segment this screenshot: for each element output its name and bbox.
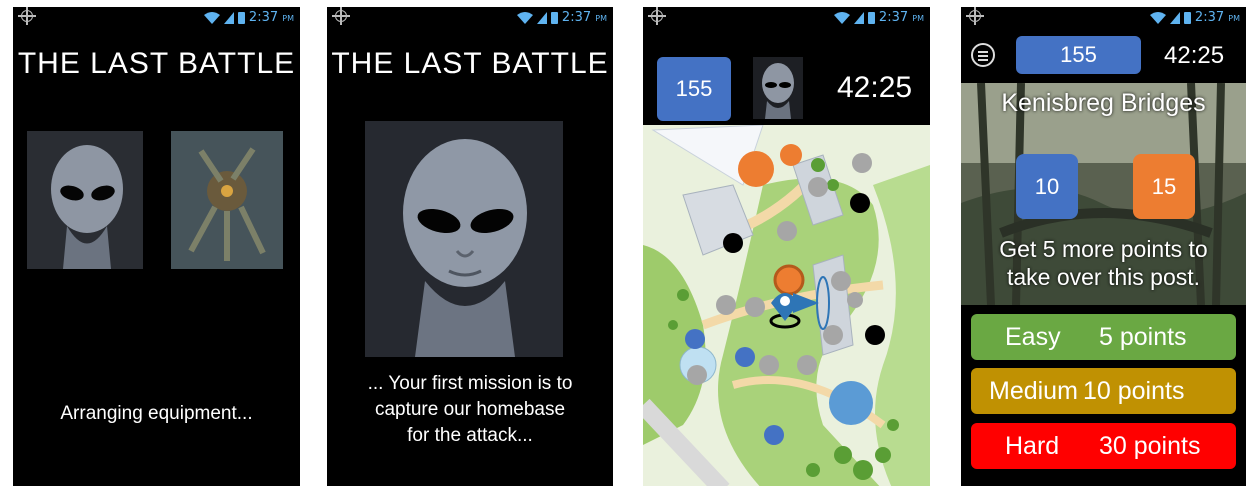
status-bar: 2:37 PM xyxy=(327,7,613,29)
screen-map: 2:37 PM 155 42:25 xyxy=(643,7,930,486)
game-title: THE LAST BATTLE xyxy=(17,47,296,80)
signal-icon xyxy=(853,11,864,24)
status-bar: 2:37 PM xyxy=(643,7,930,29)
post-title: Kenisbreg Bridges xyxy=(1001,89,1206,117)
alien-portrait-image xyxy=(27,131,143,269)
signal-icon xyxy=(1169,11,1180,24)
status-time: 2:37 PM xyxy=(561,10,607,25)
battery-icon xyxy=(550,11,558,24)
wifi-icon xyxy=(1149,11,1166,24)
wifi-icon xyxy=(516,11,533,24)
difficulty-points: 30 points xyxy=(1099,431,1201,460)
gps-icon xyxy=(18,7,36,25)
difficulty-hard-button[interactable]: Hard 30 points xyxy=(971,423,1236,469)
orange-team-points: 15 xyxy=(1133,154,1195,219)
alien-commander-image xyxy=(365,121,563,357)
battery-icon xyxy=(1183,11,1191,24)
status-bar: 2:37 PM xyxy=(13,7,300,29)
countdown-timer: 42:25 xyxy=(1164,42,1225,69)
status-time: 2:37 PM xyxy=(878,10,924,25)
gps-icon xyxy=(332,7,350,25)
difficulty-medium-button[interactable]: Medium 10 points xyxy=(971,368,1236,414)
difficulty-label: Medium xyxy=(989,376,1078,405)
wifi-icon xyxy=(833,11,850,24)
menu-icon[interactable] xyxy=(971,43,995,67)
status-bar: 2:37 PM xyxy=(961,7,1246,29)
wifi-icon xyxy=(203,11,220,24)
creature-image xyxy=(171,131,283,269)
difficulty-label: Easy xyxy=(1005,322,1061,351)
screen-loading: 2:37 PM THE LAST BATTLE Arranging equipm… xyxy=(13,7,300,486)
player-avatar[interactable] xyxy=(753,57,803,119)
game-title: THE LAST BATTLE xyxy=(331,47,609,80)
difficulty-easy-button[interactable]: Easy 5 points xyxy=(971,314,1236,360)
signal-icon xyxy=(223,11,234,24)
difficulty-points: 10 points xyxy=(1083,376,1185,405)
status-time: 2:37 PM xyxy=(248,10,294,25)
battery-icon xyxy=(867,11,875,24)
mission-message: ... Your first mission is to capture our… xyxy=(367,373,573,446)
gps-icon xyxy=(966,7,984,25)
capture-hint: Get 5 more points to take over this post… xyxy=(999,236,1208,290)
campus-map[interactable] xyxy=(643,125,930,486)
status-time: 2:37 PM xyxy=(1194,10,1240,25)
loading-message: Arranging equipment... xyxy=(60,403,253,424)
battery-icon xyxy=(237,11,245,24)
signal-icon xyxy=(536,11,547,24)
score-display: 155 xyxy=(657,57,731,121)
score-display: 155 xyxy=(1016,36,1141,74)
gps-icon xyxy=(648,7,666,25)
difficulty-points: 5 points xyxy=(1099,322,1187,351)
screen-capture-post: 2:37 PM 155 42:25 Kenisbreg Bridges 10 1… xyxy=(961,7,1246,486)
screen-mission-intro: 2:37 PM THE LAST BATTLE ... Your first m… xyxy=(327,7,613,486)
blue-team-points: 10 xyxy=(1016,154,1078,219)
difficulty-label: Hard xyxy=(1005,431,1060,460)
countdown-timer: 42:25 xyxy=(837,71,913,104)
